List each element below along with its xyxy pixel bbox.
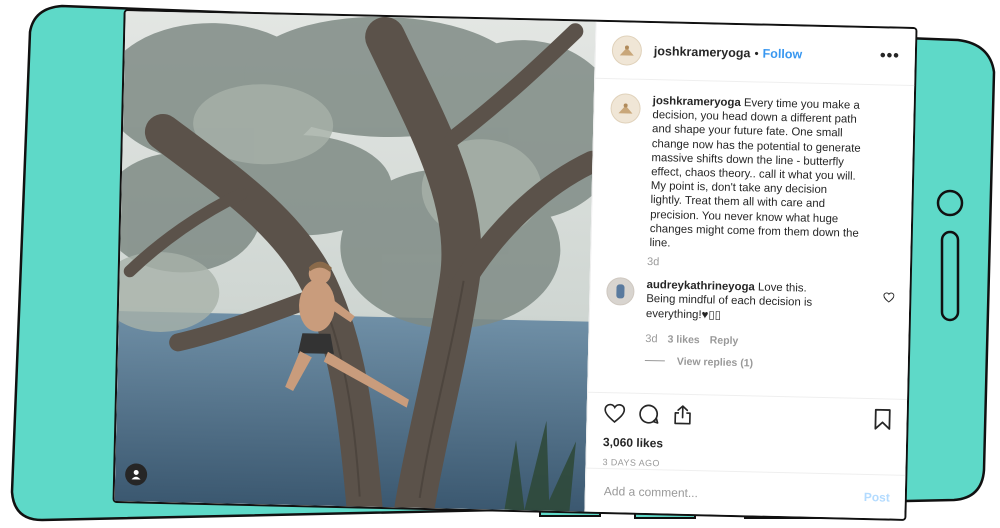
share-upload-icon[interactable] bbox=[671, 403, 694, 430]
action-icon-row bbox=[603, 401, 892, 436]
home-button-icon bbox=[936, 189, 964, 217]
caption-avatar[interactable] bbox=[610, 93, 641, 124]
author-username[interactable]: joshkrameryoga bbox=[654, 44, 751, 60]
reply-button[interactable]: Reply bbox=[710, 334, 739, 347]
post-actions: 3,060 likes 3 DAYS AGO bbox=[586, 391, 909, 474]
add-comment-input[interactable] bbox=[601, 482, 865, 505]
comment-like-heart-icon[interactable] bbox=[883, 290, 895, 308]
post-details-panel: joshkrameryoga • Follow ••• joshkrameryo… bbox=[584, 21, 917, 519]
view-replies-label: View replies (1) bbox=[676, 355, 754, 370]
commenter-username[interactable]: audreykathrineyoga bbox=[646, 279, 754, 293]
comment-time: 3d bbox=[645, 332, 658, 346]
post-comment-button[interactable]: Post bbox=[864, 489, 890, 504]
author-avatar[interactable] bbox=[611, 35, 643, 66]
caption-text: joshkrameryoga Every time you make a dec… bbox=[649, 94, 862, 255]
commenter-avatar[interactable] bbox=[606, 277, 635, 306]
instagram-post-screen: joshkrameryoga • Follow ••• joshkrameryo… bbox=[112, 9, 918, 521]
separator-dot: • bbox=[754, 46, 759, 61]
comment-likes[interactable]: 3 likes bbox=[667, 333, 699, 346]
bookmark-icon[interactable] bbox=[873, 408, 892, 435]
likes-count[interactable]: 3,060 likes bbox=[603, 435, 891, 456]
more-horizontal-icon[interactable]: ••• bbox=[880, 47, 900, 65]
caption-username[interactable]: joshkrameryoga bbox=[653, 95, 741, 109]
caption-body: Every time you make a decision, you head… bbox=[649, 97, 861, 250]
replies-divider-line bbox=[644, 360, 665, 362]
follow-button[interactable]: Follow bbox=[762, 47, 802, 62]
post-photo[interactable] bbox=[114, 11, 596, 512]
comment-meta: 3d 3 likes Reply bbox=[645, 333, 909, 351]
caption: joshkrameryoga Every time you make a dec… bbox=[591, 79, 915, 256]
like-heart-icon[interactable] bbox=[603, 403, 626, 428]
comment-composer: Post bbox=[585, 467, 907, 519]
comment-bubble-icon[interactable] bbox=[637, 402, 660, 429]
comment-text: audreykathrineyoga Love this. Being mind… bbox=[646, 278, 837, 325]
view-replies-button[interactable]: View replies (1) bbox=[644, 355, 909, 373]
tree-photo-image bbox=[114, 11, 596, 512]
side-button-icon bbox=[940, 230, 960, 322]
comment-item: audreykathrineyoga Love this. Being mind… bbox=[590, 267, 911, 327]
post-header: joshkrameryoga • Follow ••• bbox=[595, 21, 917, 87]
